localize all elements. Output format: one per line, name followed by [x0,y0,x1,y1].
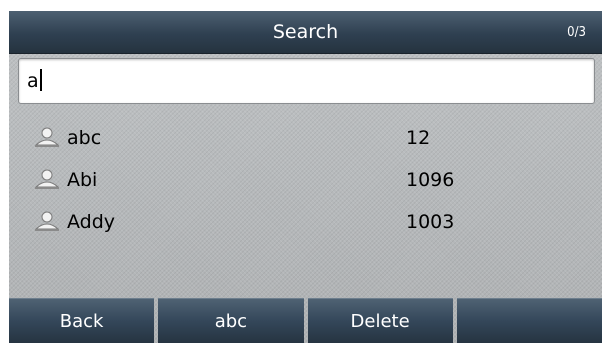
list-item[interactable]: Abi 1096 [9,159,602,201]
search-screen: Search 0/3 a abc 12 Abi 1096 Addy 1003 B… [9,11,602,343]
delete-softkey[interactable]: Delete [307,298,453,343]
result-counter: 0/3 [567,25,586,40]
empty-softkey[interactable] [456,298,602,343]
list-item[interactable]: abc 12 [9,117,602,159]
page-title: Search [272,21,339,43]
person-icon [34,127,60,147]
title-bar: Search 0/3 [9,11,602,54]
back-softkey[interactable]: Back [9,298,155,343]
phone-screen: Search 0/3 a abc 12 Abi 1096 Addy 1003 B… [0,0,608,349]
contact-number: 1003 [406,211,455,233]
softkey-bar: Back abc Delete [9,298,602,343]
search-input-value: a [27,70,39,92]
person-icon [34,169,60,189]
text-cursor [39,69,42,91]
search-input[interactable]: a [18,58,595,104]
list-item[interactable]: Addy 1003 [9,201,602,243]
contact-name: abc [67,127,102,149]
contact-name: Abi [67,169,98,191]
contact-number: 1096 [406,169,455,191]
contact-name: Addy [67,211,116,233]
person-icon [34,211,60,231]
input-mode-softkey[interactable]: abc [158,298,304,343]
contact-number: 12 [406,127,431,149]
